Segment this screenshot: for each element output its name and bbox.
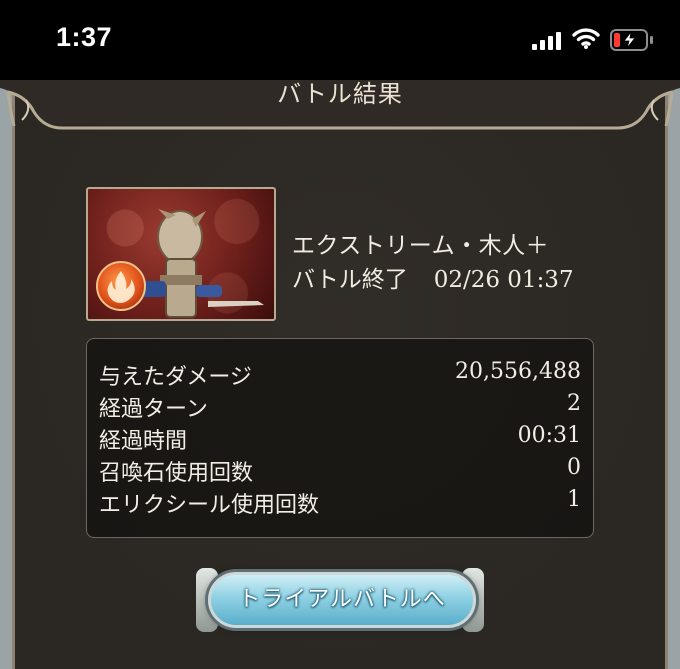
status-bar: 1:37: [0, 0, 680, 80]
stat-value: 0: [567, 455, 581, 480]
stat-label: 経過ターン: [99, 397, 208, 422]
stat-label: 経過時間: [99, 429, 188, 454]
stat-row-summons: 召喚石使用回数 0: [99, 455, 581, 487]
stat-value: 00:31: [517, 423, 581, 448]
battle-end-datetime: 02/26 01:37: [433, 267, 574, 293]
wifi-icon: [572, 28, 600, 49]
stat-value: 2: [567, 391, 581, 416]
status-time: 1:37: [56, 22, 113, 52]
stat-row-damage: 与えたダメージ 20,556,488: [99, 359, 581, 391]
battle-end-row: バトル終了 02/26 01:37: [292, 260, 574, 294]
stat-value: 1: [567, 487, 581, 512]
stat-row-time: 経過時間 00:31: [99, 423, 581, 455]
trial-battle-button[interactable]: トライアルバトルへ: [208, 572, 476, 628]
stat-value: 20,556,488: [455, 359, 581, 384]
cellular-signal-icon: [532, 30, 562, 50]
page-title: バトル結果: [277, 80, 403, 108]
stat-label: エリクシール使用回数: [99, 493, 320, 518]
stat-row-elixirs: エリクシール使用回数 1: [99, 487, 581, 519]
stat-label: 召喚石使用回数: [99, 461, 254, 486]
quest-name: エクストリーム・木人＋: [292, 233, 550, 259]
quest-thumbnail: [86, 187, 276, 321]
stat-row-turns: 経過ターン 2: [99, 391, 581, 423]
battle-end-label: バトル終了: [292, 267, 408, 293]
stat-label: 与えたダメージ: [99, 365, 252, 390]
battle-stats-box: 与えたダメージ 20,556,488 経過ターン 2 経過時間 00:31 召喚…: [86, 338, 594, 538]
fire-element-icon: [96, 261, 146, 311]
battery-low-charging-icon: [610, 29, 653, 51]
